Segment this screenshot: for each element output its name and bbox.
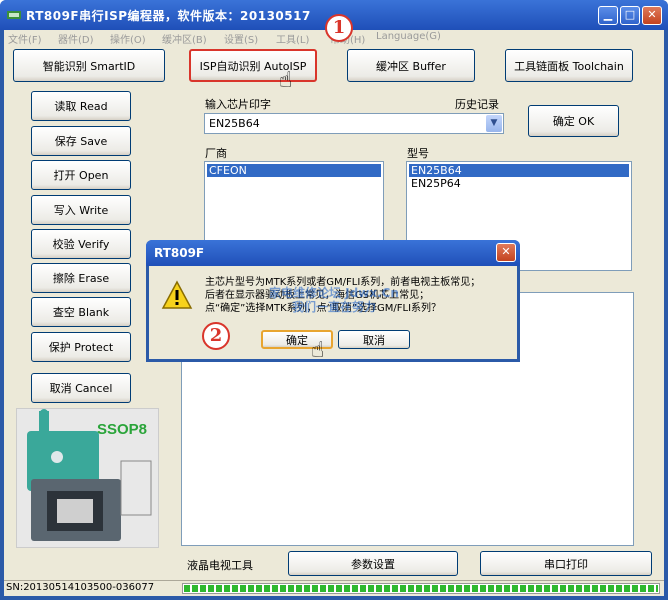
- maximize-button[interactable]: □: [620, 6, 640, 25]
- dialog-close-button[interactable]: ✕: [496, 243, 516, 262]
- vendor-label: 厂商: [205, 147, 227, 160]
- window-title: RT809F串行ISP编程器，软件版本：20130517: [26, 9, 311, 23]
- list-item[interactable]: EN25B64: [409, 164, 629, 177]
- write-button[interactable]: 写入 Write: [31, 195, 131, 225]
- chip-ok-button[interactable]: 确定 OK: [528, 105, 619, 137]
- params-button[interactable]: 参数设置: [288, 551, 458, 576]
- chip-input-value: EN25B64: [209, 117, 260, 130]
- menu-language[interactable]: Language(G): [376, 31, 441, 42]
- menu-file[interactable]: 文件(F): [8, 31, 42, 46]
- annotation-badge-2: 2: [202, 322, 230, 350]
- menu-tools[interactable]: 工具(L): [276, 31, 309, 46]
- progress-bar: [182, 583, 660, 594]
- lcd-tools-label: 液晶电视工具: [187, 559, 253, 572]
- close-button[interactable]: ✕: [642, 6, 662, 25]
- main-window: RT809F串行ISP编程器，软件版本：20130517 ▁ □ ✕ 文件(F)…: [0, 0, 668, 600]
- status-bar: SN:20130514103500-036077: [4, 580, 664, 596]
- menu-settings[interactable]: 设置(S): [224, 31, 258, 46]
- dialog-title-bar[interactable]: RT809F ✕: [146, 240, 520, 266]
- chip-input-label: 输入芯片印字: [205, 98, 271, 111]
- menu-device[interactable]: 器件(D): [58, 31, 94, 46]
- verify-button[interactable]: 校验 Verify: [31, 229, 131, 259]
- package-label: SSOP8: [97, 421, 148, 438]
- pointer-hand-icon: ☝: [279, 68, 293, 93]
- dialog-body: 主芯片型号为MTK系列或者GM/FLI系列，前者电视主板常见； 后者在显示器驱动…: [149, 266, 517, 359]
- buffer-button[interactable]: 缓冲区 Buffer: [347, 49, 475, 82]
- menu-operation[interactable]: 操作(O): [110, 31, 146, 46]
- model-label: 型号: [407, 147, 429, 160]
- pointer-hand-icon: ☝: [311, 338, 325, 363]
- erase-button[interactable]: 擦除 Erase: [31, 263, 131, 293]
- serial-print-button[interactable]: 串口打印: [480, 551, 652, 576]
- toolchain-button[interactable]: 工具链面板 Toolchain: [505, 49, 633, 82]
- watermark-line: 家电维修论坛 Jdwx.Cn: [269, 286, 399, 300]
- save-button[interactable]: 保存 Save: [31, 126, 131, 156]
- app-icon: [7, 11, 21, 19]
- annotation-badge-1: 1: [325, 14, 353, 42]
- chip-input[interactable]: EN25B64 ▼: [204, 113, 504, 134]
- progress-fill: [184, 585, 658, 592]
- rt809f-dialog: RT809F ✕ 主芯片型号为MTK系列或者GM/FLI系列，前者电视主板常见；…: [146, 240, 520, 362]
- minimize-button[interactable]: ▁: [598, 6, 618, 25]
- read-button[interactable]: 读取 Read: [31, 91, 131, 121]
- dialog-cancel-button[interactable]: 取消: [338, 330, 410, 349]
- warning-icon: [161, 280, 193, 309]
- chevron-down-icon[interactable]: ▼: [486, 115, 502, 132]
- protect-button[interactable]: 保护 Protect: [31, 332, 131, 362]
- list-item[interactable]: CFEON: [207, 164, 381, 177]
- watermark-line: 我们一直在努力: [291, 300, 376, 314]
- smartid-button[interactable]: 智能识别 SmartID: [13, 49, 165, 82]
- menu-buffer[interactable]: 缓冲区(B): [162, 31, 207, 46]
- serial-number: SN:20130514103500-036077: [6, 582, 155, 593]
- watermark: 家电维修论坛 Jdwx.Cn 我们一直在努力: [269, 286, 399, 314]
- package-image: SSOP8: [16, 408, 159, 548]
- open-button[interactable]: 打开 Open: [31, 160, 131, 190]
- cancel-button[interactable]: 取消 Cancel: [31, 373, 131, 403]
- autoisp-button[interactable]: ISP自动识别 AutoISP: [189, 49, 317, 82]
- history-label: 历史记录: [455, 98, 499, 111]
- list-item[interactable]: EN25P64: [409, 177, 629, 190]
- blank-button[interactable]: 查空 Blank: [31, 297, 131, 327]
- dialog-title: RT809F: [154, 246, 205, 260]
